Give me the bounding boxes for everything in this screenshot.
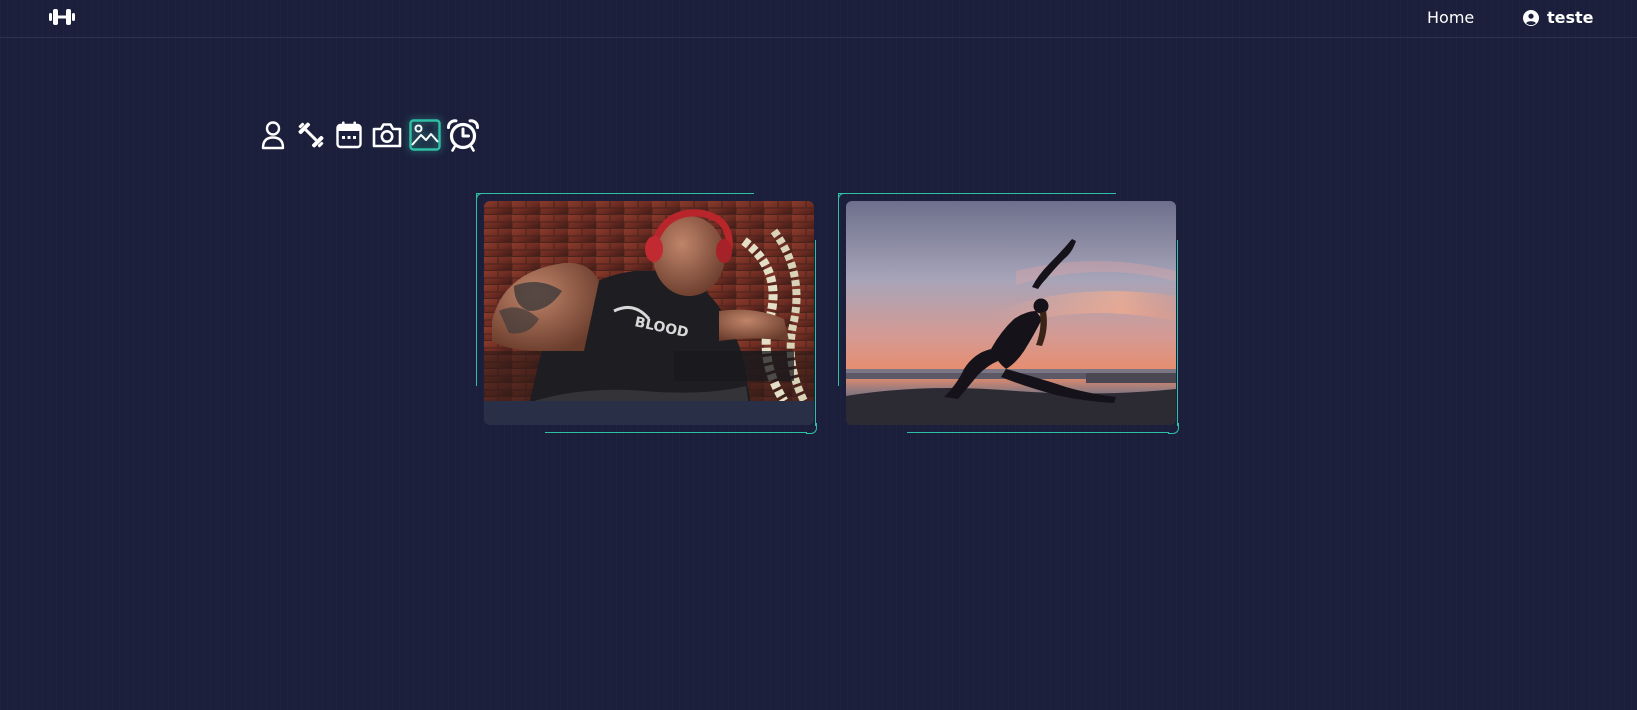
woman-yoga-sunset-silhouette-photo — [846, 201, 1176, 425]
card-border-bottom — [545, 432, 807, 433]
card-border-top — [476, 193, 754, 194]
section-toolbar — [256, 117, 496, 153]
alarm-clock-icon[interactable] — [446, 117, 480, 153]
card-border-right — [1177, 240, 1178, 426]
card-border-left — [476, 193, 477, 386]
image-icon[interactable] — [408, 117, 442, 153]
navbar: Home teste — [0, 0, 1637, 38]
card-border-bottom — [907, 432, 1169, 433]
user-circle-icon — [1523, 9, 1539, 26]
gallery-card[interactable] — [838, 193, 1179, 434]
card-border-top — [838, 193, 1116, 194]
card-border-right — [815, 240, 816, 426]
user-menu[interactable]: teste — [1523, 8, 1594, 27]
dumbbell-icon[interactable] — [49, 7, 75, 27]
gallery-card[interactable]: BLOOD — [476, 193, 817, 434]
nav-home-link[interactable]: Home — [1427, 8, 1474, 27]
man-training-with-rope-photo: BLOOD — [484, 201, 814, 425]
person-icon[interactable] — [256, 117, 290, 153]
calendar-icon[interactable] — [332, 117, 366, 153]
user-name: teste — [1547, 8, 1594, 27]
dumbbell-diagonal-icon[interactable] — [294, 117, 328, 153]
card-border-left — [838, 193, 839, 386]
camera-icon[interactable] — [370, 117, 404, 153]
